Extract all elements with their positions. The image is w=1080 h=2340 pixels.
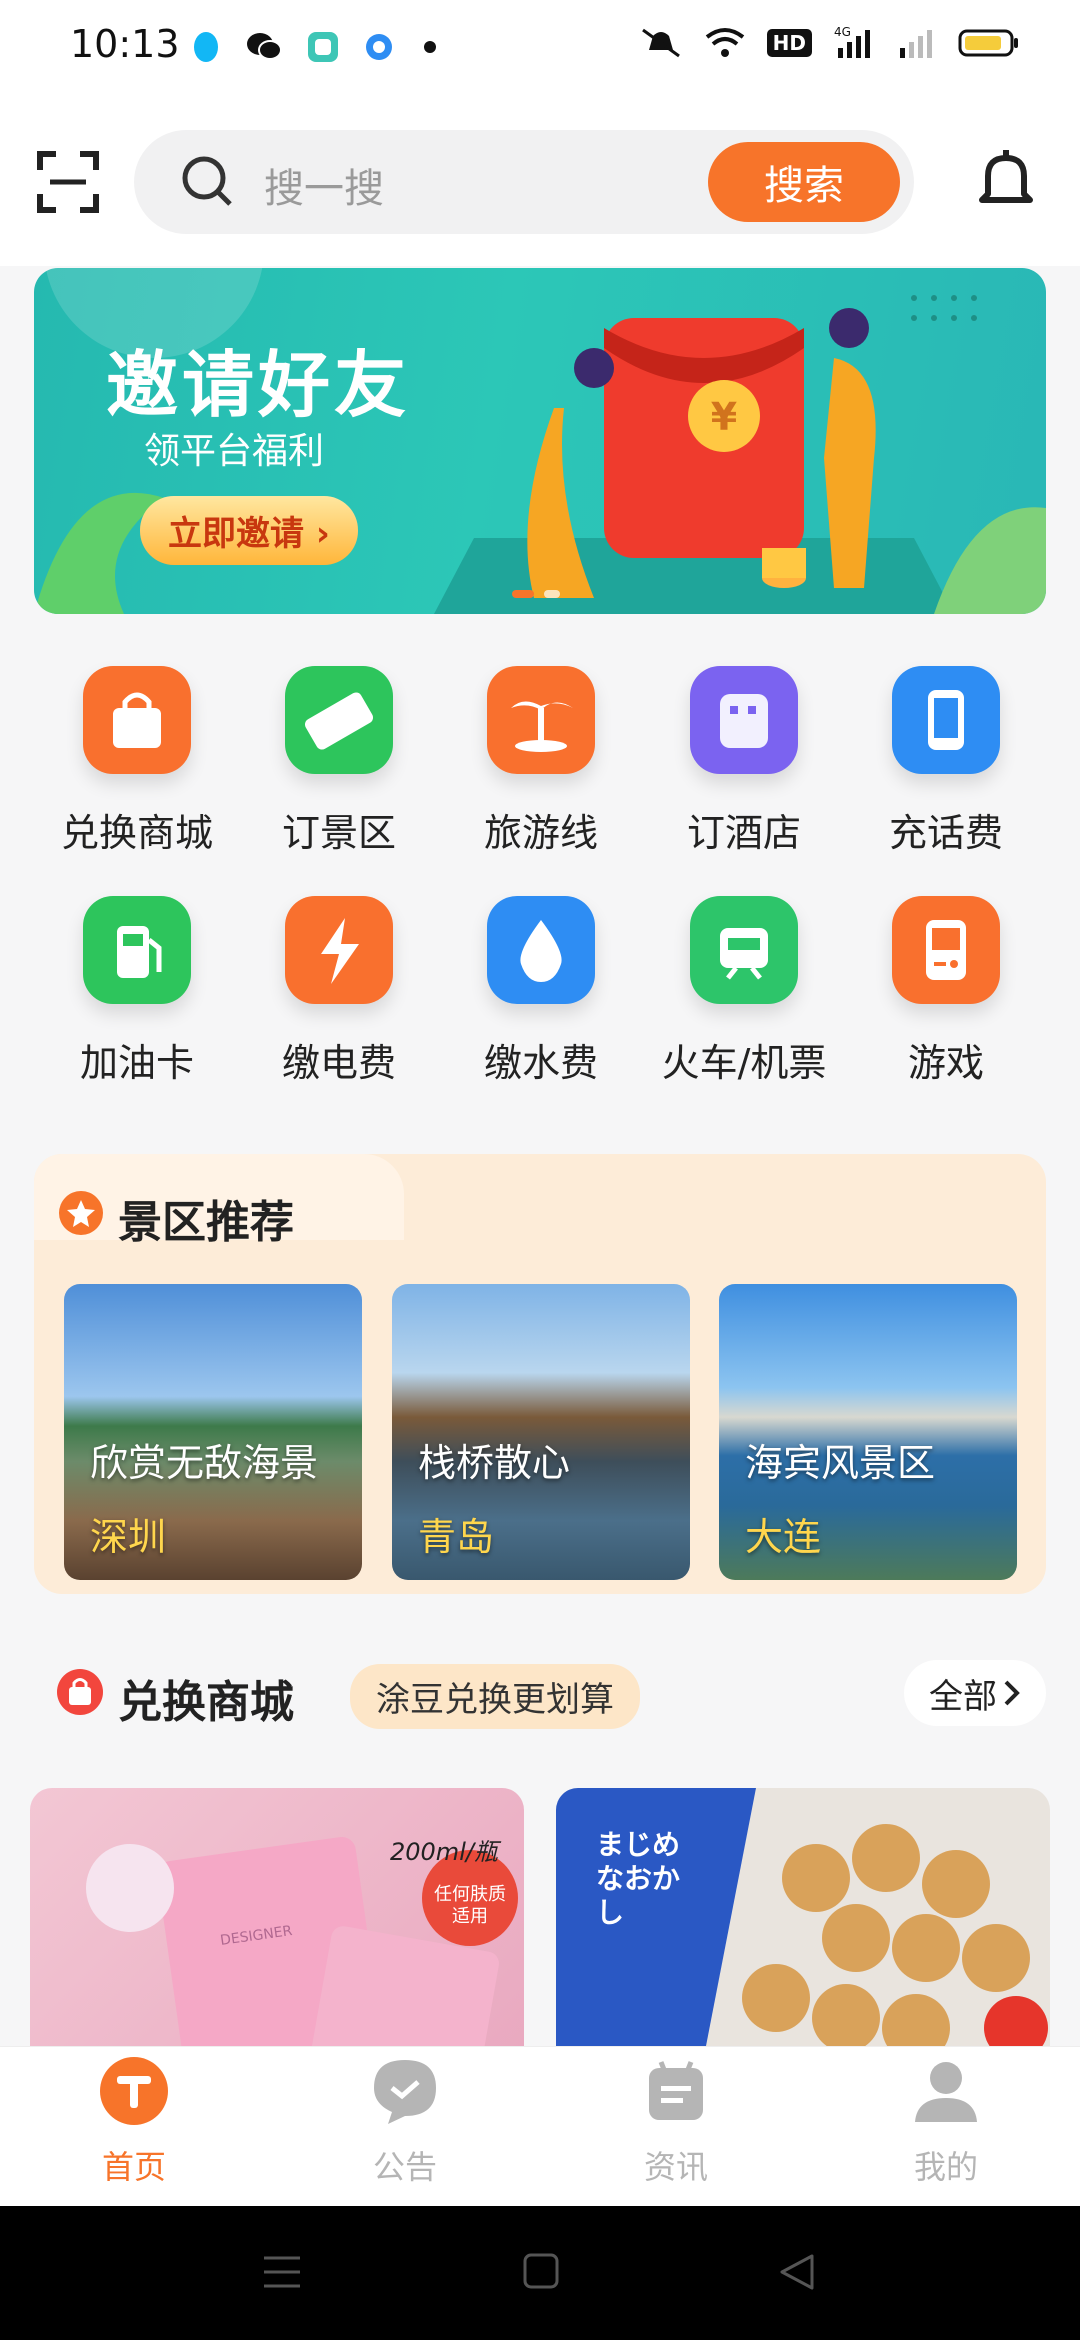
network-type: 4G — [834, 26, 851, 39]
service-label: 充话费 — [888, 811, 1003, 855]
tab-item[interactable]: 首页 — [34, 2054, 234, 2188]
scenic-card-city: 大连 — [745, 1515, 822, 1559]
news-icon — [649, 2061, 703, 2120]
shopping-bag-icon — [83, 666, 191, 774]
service-label: 订景区 — [281, 811, 396, 855]
scenic-card-qingdao[interactable]: 栈桥散心 青岛 — [392, 1284, 690, 1580]
service-label: 缴水费 — [483, 1041, 598, 1085]
service-tile[interactable]: 火车/机票 — [659, 896, 829, 1087]
mall-bag-icon — [57, 1669, 103, 1715]
menu-nav-icon[interactable] — [262, 2254, 302, 2290]
service-label: 加油卡 — [79, 1041, 194, 1085]
scenic-card-title: 海宾风景区 — [745, 1441, 936, 1485]
mall-tag: 涂豆兑换更划算 — [350, 1664, 640, 1729]
service-label: 火车/机票 — [661, 1041, 827, 1085]
product-card-biscuits[interactable]: まじめなおかし — [556, 1788, 1050, 2046]
scenic-card-title: 栈桥散心 — [418, 1441, 571, 1485]
mall-title: 兑换商城 — [118, 1677, 294, 1728]
service-label: 缴电费 — [281, 1041, 396, 1085]
tab-label: 首页 — [101, 2148, 166, 2186]
star-badge-icon — [59, 1191, 103, 1235]
yen-symbol: ¥ — [711, 395, 737, 439]
service-label: 游戏 — [907, 1041, 984, 1085]
home-icon — [100, 2057, 168, 2125]
search-button[interactable]: 搜索 — [708, 142, 900, 222]
game-console-icon — [892, 896, 1000, 1004]
fuel-pump-icon — [83, 896, 191, 1004]
hd-badge: HD — [766, 29, 812, 57]
product-text: 200ml/瓶 — [390, 1838, 498, 1866]
status-time: 10:13 — [70, 22, 180, 66]
mute-icon — [641, 28, 680, 58]
product-text: まじめなおかし — [596, 1828, 681, 1929]
scenic-card-dalian[interactable]: 海宾风景区 大连 — [719, 1284, 1017, 1580]
announcement-icon — [374, 2060, 436, 2124]
bell-icon[interactable] — [978, 148, 1034, 212]
carousel-indicator — [512, 590, 560, 598]
search-input[interactable]: 搜一搜 — [264, 156, 384, 214]
app-icon — [308, 32, 338, 62]
train-icon — [690, 896, 798, 1004]
signal-icon: 4G — [834, 26, 870, 58]
profile-icon — [915, 2062, 977, 2122]
invite-button[interactable]: 立即邀请 › — [140, 496, 358, 565]
scenic-card-city: 深圳 — [90, 1515, 167, 1559]
home-nav-icon[interactable] — [522, 2252, 560, 2290]
service-tile[interactable]: 加油卡 — [52, 896, 222, 1087]
service-tile[interactable]: 订酒店 — [659, 666, 829, 857]
service-tile[interactable]: 缴水费 — [456, 896, 626, 1087]
banner-subtitle: 领平台福利 — [144, 431, 325, 472]
service-label: 兑换商城 — [60, 811, 213, 855]
service-tile[interactable]: 旅游线 — [456, 666, 626, 857]
system-nav-bar — [0, 2206, 1080, 2340]
banner-title: 邀请好友 — [106, 343, 411, 427]
notification-icons — [190, 30, 442, 64]
dot-icon — [424, 41, 436, 53]
tab-label: 资讯 — [643, 2148, 708, 2186]
lightning-icon — [285, 896, 393, 1004]
service-tile[interactable]: 兑换商城 — [52, 666, 222, 857]
service-tile[interactable]: 游戏 — [861, 896, 1031, 1087]
tab-item[interactable]: 我的 — [846, 2054, 1046, 2188]
signal-weak-icon — [900, 30, 932, 58]
wifi-icon — [705, 28, 744, 57]
carousel-dot-active — [512, 590, 534, 598]
view-all-button[interactable]: 全部 — [904, 1660, 1046, 1726]
chevron-right-icon — [1004, 1680, 1020, 1706]
scan-icon[interactable] — [36, 150, 100, 214]
service-tile[interactable]: 缴电费 — [254, 896, 424, 1087]
service-label: 旅游线 — [483, 811, 598, 855]
tab-item[interactable]: 资讯 — [576, 2054, 776, 2188]
back-nav-icon[interactable] — [778, 2252, 816, 2292]
search-icon — [182, 156, 232, 206]
penguin-icon — [194, 32, 218, 62]
tab-item[interactable]: 公告 — [305, 2054, 505, 2188]
tab-label: 公告 — [372, 2148, 437, 2186]
palm-tree-icon — [487, 666, 595, 774]
service-label: 订酒店 — [686, 811, 801, 855]
scenic-title: 景区推荐 — [118, 1197, 294, 1248]
scenic-card-city: 青岛 — [418, 1515, 495, 1559]
water-drop-icon — [487, 896, 595, 1004]
battery-icon — [958, 29, 1018, 57]
hotel-icon — [690, 666, 798, 774]
product-card-lotion[interactable]: 200ml/瓶 任何肤质适用 DESIGNER — [30, 1788, 524, 2046]
scenic-card-title: 欣赏无敌海景 — [90, 1441, 319, 1485]
service-tile[interactable]: 订景区 — [254, 666, 424, 857]
tab-label: 我的 — [913, 2148, 978, 2186]
service-tile[interactable]: 充话费 — [861, 666, 1031, 857]
scenic-card-shenzhen[interactable]: 欣赏无敌海景 深圳 — [64, 1284, 362, 1580]
carousel-dot — [544, 590, 560, 598]
chat-icon — [247, 33, 282, 60]
product-badge: 任何肤质适用 — [434, 1884, 506, 1927]
ticket-icon — [285, 666, 393, 774]
target-icon — [366, 34, 392, 60]
view-all-label: 全部 — [929, 1676, 997, 1717]
phone-icon — [892, 666, 1000, 774]
system-icons: HD 4G — [639, 26, 1020, 60]
